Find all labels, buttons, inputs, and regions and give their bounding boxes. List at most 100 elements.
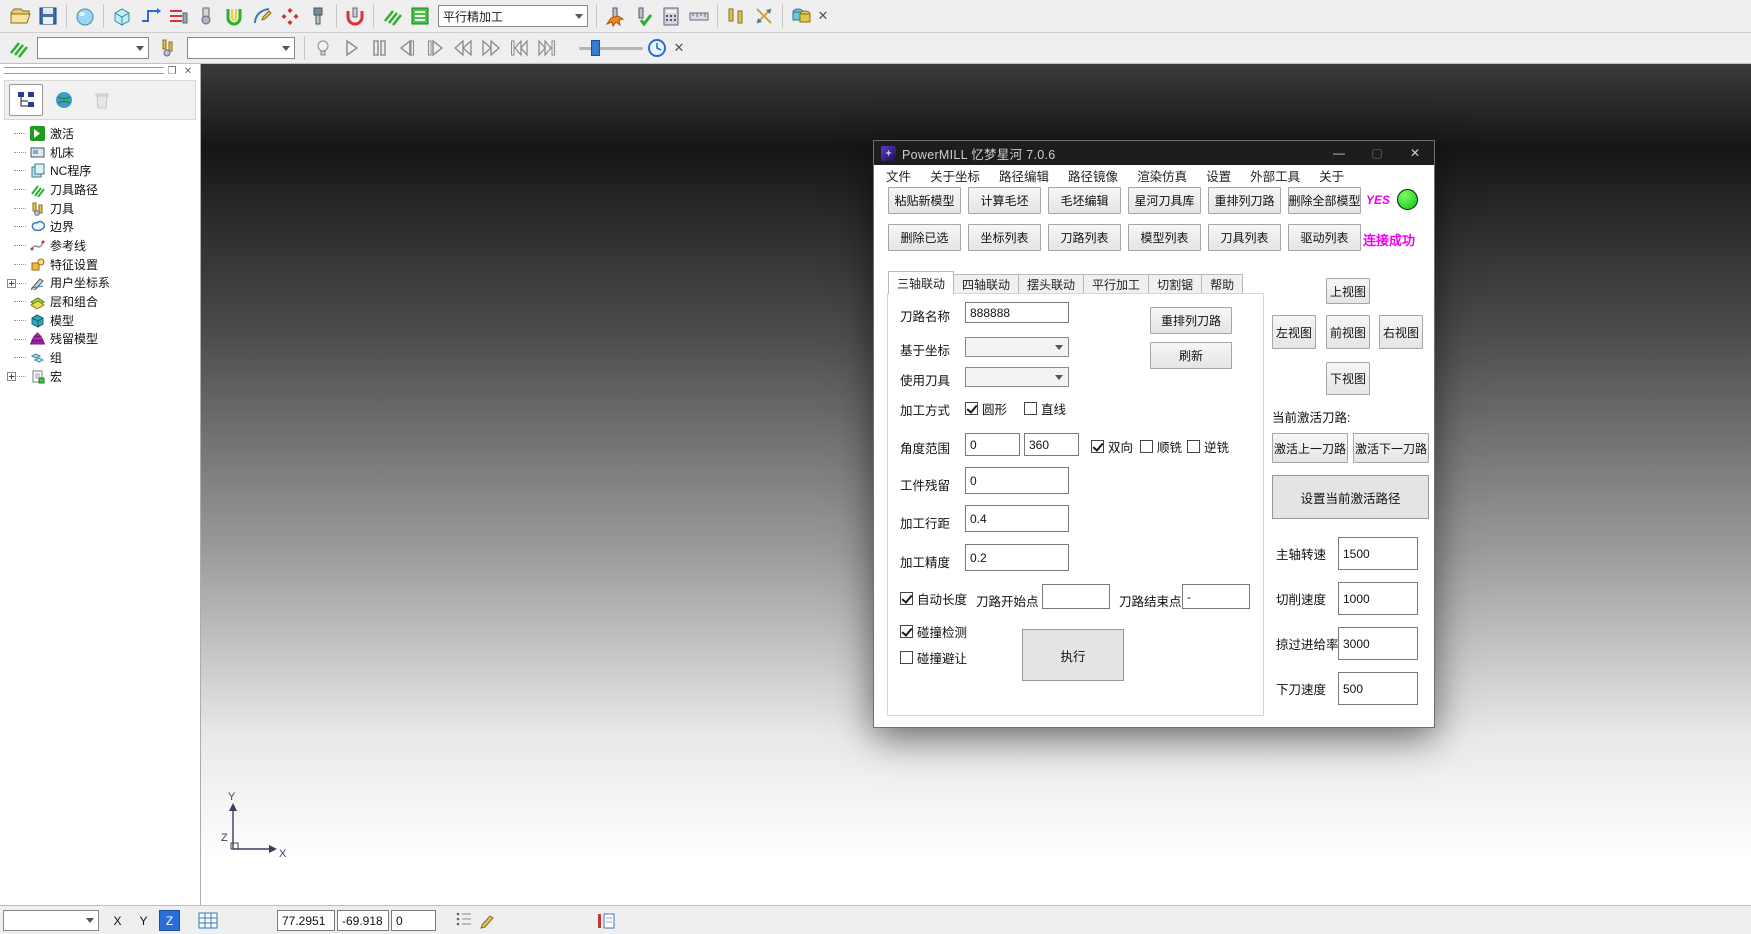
- panel-refresh-button[interactable]: 刷新: [1150, 342, 1232, 369]
- axis-y-button[interactable]: Y: [133, 910, 154, 931]
- minimize-icon[interactable]: —: [1320, 141, 1358, 165]
- sim-play-icon[interactable]: [338, 35, 364, 61]
- sim-toolpath-dropdown[interactable]: [37, 37, 149, 59]
- set-active-path-button[interactable]: 设置当前激活路径: [1272, 475, 1429, 519]
- tree-item-levels-and-sets[interactable]: 层和组合: [6, 292, 196, 311]
- cursor-y-field[interactable]: [337, 910, 389, 931]
- collision-avoid-checkbox[interactable]: 碰撞避让: [900, 648, 967, 667]
- edit-block-button[interactable]: 毛坯编辑: [1048, 187, 1121, 214]
- toolbar-close-icon[interactable]: ✕: [815, 8, 831, 24]
- tree-item-toolpaths[interactable]: 刀具路径: [6, 180, 196, 199]
- tab-4axis[interactable]: 四轴联动: [954, 274, 1019, 294]
- plunge-feed-input[interactable]: [1338, 672, 1418, 705]
- menu-settings[interactable]: 设置: [1206, 166, 1231, 185]
- delete-selected-button[interactable]: 删除已选: [888, 224, 961, 251]
- calc-block-button[interactable]: 计算毛坯: [968, 187, 1041, 214]
- shaded-view-icon[interactable]: [72, 3, 98, 29]
- transform-icon[interactable]: [751, 3, 777, 29]
- delete-all-models-button[interactable]: 删除全部模型: [1288, 187, 1361, 214]
- view-top-button[interactable]: 上视图: [1326, 278, 1370, 304]
- verify-toolpath-icon[interactable]: [630, 3, 656, 29]
- tool-holder-icon[interactable]: [305, 3, 331, 29]
- leads-links-icon[interactable]: [221, 3, 247, 29]
- tree-item-activate[interactable]: 激活: [6, 124, 196, 143]
- tree-item-feature-sets[interactable]: 特征设置: [6, 255, 196, 274]
- sim-toolpath-icon[interactable]: [5, 35, 31, 61]
- active-strategy-dropdown[interactable]: 平行精加工: [438, 5, 588, 27]
- tab-parallel[interactable]: 平行加工: [1084, 274, 1149, 294]
- sim-clock-icon[interactable]: [644, 35, 670, 61]
- explorer-tree-tab[interactable]: [9, 84, 43, 116]
- tool-library-button[interactable]: 星河刀具库: [1128, 187, 1201, 214]
- strategy-list-icon[interactable]: [407, 3, 433, 29]
- tree-item-machine-tool[interactable]: 机床: [6, 143, 196, 162]
- menu-render-simulate[interactable]: 渲染仿真: [1137, 166, 1187, 185]
- base-coordinate-dropdown[interactable]: [965, 337, 1069, 357]
- use-tool-dropdown[interactable]: [965, 367, 1069, 387]
- panel-reorder-button[interactable]: 重排列刀路: [1150, 307, 1232, 334]
- sim-pause-icon[interactable]: [366, 35, 392, 61]
- sim-speed-slider[interactable]: [579, 38, 643, 58]
- panel-grip[interactable]: [4, 67, 164, 70]
- sim-step-back-icon[interactable]: [394, 35, 420, 61]
- menu-external-tools[interactable]: 外部工具: [1250, 166, 1300, 185]
- grid-snap-icon[interactable]: [197, 910, 219, 932]
- sim-light-icon[interactable]: [310, 35, 336, 61]
- statusbar-dropdown[interactable]: [3, 910, 99, 931]
- climb-mill-checkbox[interactable]: 顺铣: [1140, 437, 1182, 456]
- menu-path-edit[interactable]: 路径编辑: [999, 166, 1049, 185]
- dialog-titlebar[interactable]: PowerMILL 忆梦星河 7.0.6 — ▢ ✕: [874, 141, 1434, 165]
- circle-mode-checkbox[interactable]: 圆形: [965, 399, 1007, 418]
- compare-models-icon[interactable]: [788, 3, 814, 29]
- sim-toolbar-close-icon[interactable]: ✕: [671, 40, 687, 56]
- explorer-web-tab[interactable]: [47, 84, 81, 116]
- toolpath-list-button[interactable]: 刀路列表: [1048, 224, 1121, 251]
- tolerance-input[interactable]: [965, 544, 1069, 571]
- panel-float-icon[interactable]: ❐: [166, 65, 178, 77]
- edit-coordinates-icon[interactable]: [479, 910, 497, 930]
- clipboard-compare-icon[interactable]: [595, 910, 617, 932]
- view-bottom-button[interactable]: 下视图: [1326, 362, 1370, 395]
- sim-rewind-icon[interactable]: [450, 35, 476, 61]
- tree-item-workplanes[interactable]: 用户坐标系: [6, 274, 196, 293]
- coordinate-list-icon[interactable]: [455, 910, 473, 930]
- open-project-icon[interactable]: [7, 3, 33, 29]
- explorer-recycle-tab[interactable]: [85, 84, 119, 116]
- axis-z-button[interactable]: Z: [159, 910, 180, 931]
- tree-item-stock-models[interactable]: 残留模型: [6, 330, 196, 349]
- block-icon[interactable]: [109, 3, 135, 29]
- calculator-icon[interactable]: [658, 3, 684, 29]
- tab-saw[interactable]: 切割锯: [1149, 274, 1202, 294]
- sim-to-start-icon[interactable]: [506, 35, 532, 61]
- save-project-icon[interactable]: [35, 3, 61, 29]
- simulate-toolpath-icon[interactable]: [602, 3, 628, 29]
- pattern-icon[interactable]: [277, 3, 303, 29]
- path-start-input[interactable]: [1042, 584, 1110, 609]
- execute-button[interactable]: 执行: [1022, 629, 1124, 681]
- tab-tilt-head[interactable]: 摆头联动: [1019, 274, 1084, 294]
- sim-fast-forward-icon[interactable]: [478, 35, 504, 61]
- boundary-edit-icon[interactable]: [249, 3, 275, 29]
- view-front-button[interactable]: 前视图: [1326, 315, 1370, 349]
- spindle-speed-input[interactable]: [1338, 537, 1418, 570]
- tool-list-button[interactable]: 刀具列表: [1208, 224, 1281, 251]
- tree-item-macros[interactable]: 宏: [6, 367, 196, 386]
- tree-item-boundaries[interactable]: 边界: [6, 217, 196, 236]
- tree-item-nc-programs[interactable]: NC程序: [6, 161, 196, 180]
- cursor-z-field[interactable]: [391, 910, 436, 931]
- sim-to-end-icon[interactable]: [534, 35, 560, 61]
- cursor-x-field[interactable]: [277, 910, 335, 931]
- stepover-input[interactable]: [965, 505, 1069, 532]
- tool-change-icon[interactable]: [723, 3, 749, 29]
- toolpath-icon[interactable]: [379, 3, 405, 29]
- skim-feed-input[interactable]: [1338, 627, 1418, 660]
- sim-tool-dropdown[interactable]: [187, 37, 295, 59]
- tree-item-tools[interactable]: 刀具: [6, 199, 196, 218]
- path-end-input[interactable]: [1182, 584, 1250, 609]
- stock-remain-input[interactable]: [965, 467, 1069, 494]
- activate-prev-toolpath-button[interactable]: 激活上一刀路: [1272, 433, 1348, 463]
- measure-icon[interactable]: [686, 3, 712, 29]
- tab-3axis[interactable]: 三轴联动: [888, 271, 954, 294]
- collision-check-checkbox[interactable]: 碰撞检测: [900, 622, 967, 641]
- toolpath-name-input[interactable]: [965, 302, 1069, 323]
